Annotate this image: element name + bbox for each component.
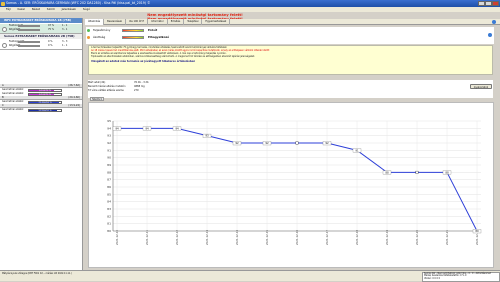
ok-icon xyxy=(87,29,90,32)
menu-help[interactable]: Súgó xyxy=(83,7,90,11)
line-chart: 95 94 93 92 91 90 89 88 87 86 85 84 83 82 81 80 2021-12-… xyxy=(107,119,482,245)
tab-item[interactable]: Ide 100 ÁT E xyxy=(126,19,149,25)
maximize-button[interactable] xyxy=(485,1,492,6)
data-label: 88 xyxy=(385,170,389,174)
menu-bar: Fájl Kezel Nézet Szűrő Jelentések Súgó xyxy=(0,7,500,12)
y-tick-label: 92 xyxy=(107,141,111,145)
y-tick-label: 95 xyxy=(107,119,111,123)
x-tick-label: 2021-12-11 xyxy=(145,230,149,245)
x-tick-label: 2021-12-13 xyxy=(205,230,209,245)
chart-area: 95 94 93 92 91 90 89 88 87 86 85 84 83 82 81 80 2021-12-… xyxy=(88,102,494,268)
data-label: 88 xyxy=(445,170,449,174)
mini-progress xyxy=(18,25,40,27)
info-row: Tő vízre váltási eltérés uzeme 279 xyxy=(88,89,139,92)
info-row: Mért adat (db) 76 db - 3 db xyxy=(88,81,149,84)
data-label: 92 xyxy=(265,141,269,145)
y-tick-label: 87 xyxy=(107,178,111,182)
y-tick-label: 90 xyxy=(107,156,111,160)
slab-bar-c: 12/100/91 % xyxy=(28,108,62,112)
data-label: 80 xyxy=(475,229,479,233)
status-section: Teljesítmény Erősít Ázottság Elhagyatkoz… xyxy=(86,27,494,44)
x-tick-label: 2021-12-17 xyxy=(325,230,329,245)
group2-row-2: Rögzített 0 % 1 - 1 xyxy=(9,44,68,47)
x-tick-label: 2021-12-15 xyxy=(265,230,269,245)
group1-header[interactable]: WFC EXTRAMARKT ERŐSKAMARA 1B (75B) xyxy=(0,18,82,23)
y-tick-label: 94 xyxy=(107,126,111,130)
x-tick-label: 2021-12-20 xyxy=(415,230,419,245)
y-tick-label: 91 xyxy=(107,148,111,152)
y-tick-label: 85 xyxy=(107,192,111,196)
tab-install[interactable]: Telepítési xyxy=(184,19,203,25)
y-tick-label: 80 xyxy=(107,229,111,233)
x-tick-label: 2021-12-10 xyxy=(115,230,119,245)
x-tick-label: 2021-12-14 xyxy=(235,230,239,245)
y-tick-label: 89 xyxy=(107,163,111,167)
data-label: 94 xyxy=(115,126,119,130)
moisture-gauge xyxy=(122,36,144,39)
info-icon[interactable] xyxy=(488,33,492,37)
menu-file[interactable]: Fájl xyxy=(6,7,11,11)
x-tick-label: 2021-12-16 xyxy=(295,230,299,245)
x-tick-label: 2021-12-18 xyxy=(355,230,359,245)
menu-view[interactable]: Nézet xyxy=(32,7,40,11)
x-tick-label: 2021-12-12 xyxy=(175,230,179,245)
tab-purchases[interactable]: Beszerzések xyxy=(104,19,127,25)
x-tick-label: 2021-12-21 xyxy=(445,230,449,245)
window-title: Somos - A. SER: ERŐSKAMARA GERMAN (WFC 2… xyxy=(6,1,151,5)
close-button[interactable] xyxy=(492,1,499,6)
x-tick-label: 2021-12-19 xyxy=(385,230,389,245)
group2-box: Feldolgozott 0 % 3 - 3 Rögzített 0 % 1 -… xyxy=(0,40,82,50)
tab-warnings[interactable]: Figyelmeztetések xyxy=(202,19,231,25)
minimize-button[interactable] xyxy=(478,1,485,6)
performance-gauge xyxy=(122,29,144,32)
left-panel: WFC EXTRAMARKT ERŐSKAMARA 1B (75B) Feldo… xyxy=(0,18,83,270)
y-tick-label: 86 xyxy=(107,185,111,189)
data-label: 93 xyxy=(205,134,209,138)
menu-edit[interactable]: Kezel xyxy=(18,7,25,11)
data-label: 94 xyxy=(145,126,149,130)
info-row: Becsült mérési eltérés mutatón 4888 mg xyxy=(88,85,145,88)
mini-progress xyxy=(18,45,40,47)
window-titlebar: Somos - A. SER: ERŐSKAMARA GERMAN (WFC 2… xyxy=(0,0,500,7)
y-tick-label: 88 xyxy=(107,170,111,174)
y-tick-label: 93 xyxy=(107,134,111,138)
app-icon xyxy=(1,1,5,6)
y-tick-label: 84 xyxy=(107,200,111,204)
data-point xyxy=(415,170,419,174)
y-tick-label: 81 xyxy=(107,222,111,226)
y-tick-label: 82 xyxy=(107,214,111,218)
warning-icon xyxy=(87,36,90,39)
status-row-performance: Teljesítmény Erősít xyxy=(86,28,494,33)
tab-strength[interactable]: Erősítés xyxy=(168,19,185,25)
slab-list: A (26.7-62) Geometriai adatok 0-100/73 %… xyxy=(0,84,82,112)
data-label: 94 xyxy=(175,126,179,130)
mini-progress xyxy=(18,41,40,43)
show-button[interactable]: Gyakorlatok xyxy=(470,84,492,89)
slab-row-c: Geometriai adatok 12/100/91 % xyxy=(0,108,82,112)
help-icon[interactable] xyxy=(492,20,496,24)
status-bar: Mátyás Gyula utólagos (DBT F001 X2, - mé… xyxy=(0,270,500,282)
group2-header[interactable]: Somos EXTRAMARKT ERŐSKAMARA 2B (75B) xyxy=(0,34,82,39)
y-tick-label: 83 xyxy=(107,207,111,211)
data-label: 91 xyxy=(355,148,359,152)
data-label: 92 xyxy=(235,141,239,145)
tab-bar: Áttekintés Beszerzések Ide 100 ÁT E Informá… xyxy=(85,19,500,25)
data-point xyxy=(295,141,299,145)
status-left: Mátyás Gyula utólagos (DBT F001 X2, - mé… xyxy=(2,272,72,275)
info-block: Mért adat (db) 76 db - 3 db Becsült mérés… xyxy=(88,80,493,98)
status-right-panel: Somos blk - Nem szűrhetünk jobb hiba - 0… xyxy=(422,271,500,282)
mini-progress xyxy=(18,29,40,31)
tab-informer[interactable]: Informátor xyxy=(148,19,168,25)
menu-reports[interactable]: Jelentések xyxy=(62,7,76,11)
analysis-note: A termel őrlésében teljesítők 75 gyűlnag… xyxy=(88,45,493,75)
status-row-moisture: Ázottság Elhagyatkozó xyxy=(86,35,494,40)
chart-selector[interactable]: Tetsőfal 1 xyxy=(90,97,104,101)
data-label: 92 xyxy=(325,141,329,145)
group1-box: Feldolozott 47 % 1 - 1 Rögzített 75 % 3 … xyxy=(0,24,82,34)
tab-overview[interactable]: Áttekintés xyxy=(85,19,105,25)
menu-filter[interactable]: Szűrő xyxy=(47,7,55,11)
group1-row-2: Rögzített 75 % 3 - 1 xyxy=(9,28,68,31)
